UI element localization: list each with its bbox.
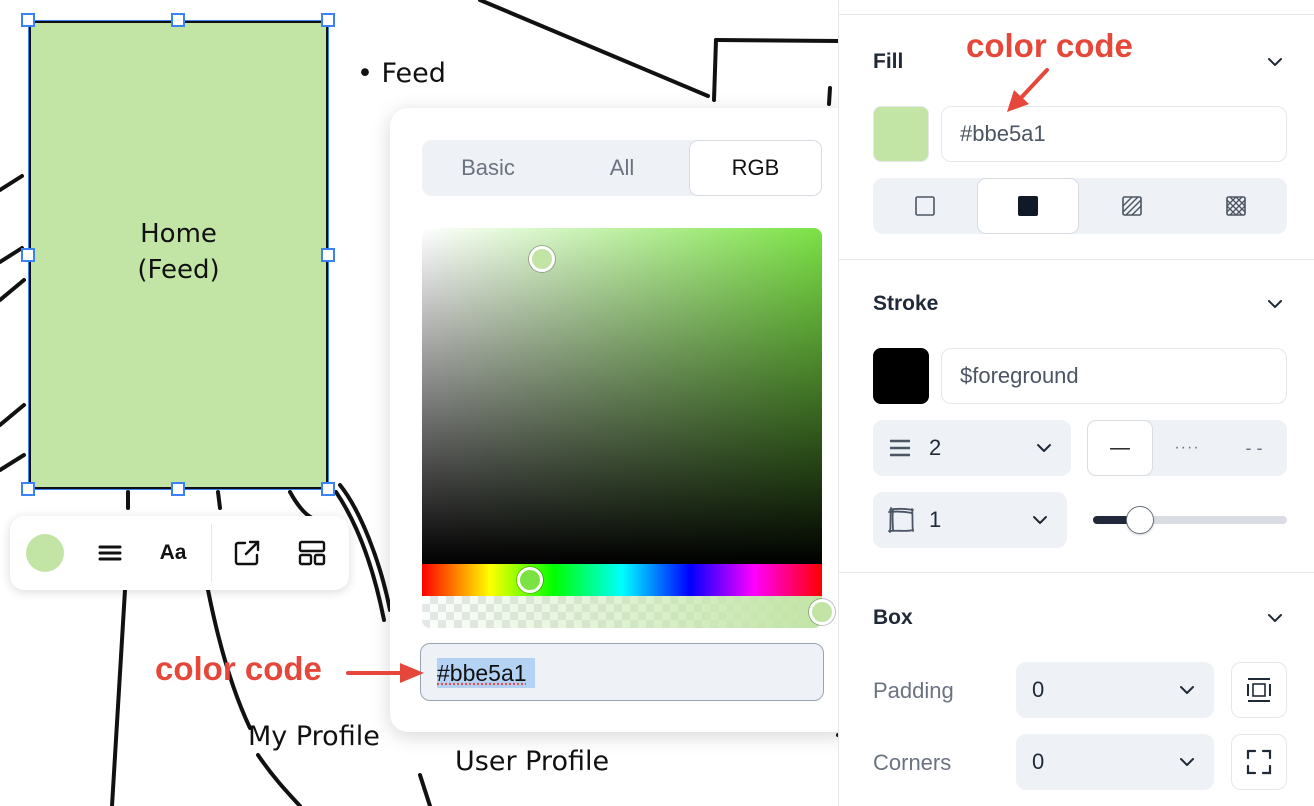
external-link-icon[interactable] [227, 533, 267, 573]
user-profile-label: User Profile [455, 746, 610, 777]
divider [839, 14, 1314, 15]
floating-toolbar: Aa [10, 516, 349, 590]
fill-swatch-icon[interactable] [26, 534, 64, 572]
resize-handle-bottom-left[interactable] [21, 482, 35, 496]
stroke-width-icon [890, 439, 910, 457]
chevron-down-icon [1033, 516, 1047, 524]
dash-dotted-option[interactable]: ···· [1154, 420, 1220, 476]
fill-crosshatch-icon[interactable] [1184, 178, 1287, 234]
stroke-width-value: 2 [929, 435, 942, 460]
fill-style-group [873, 178, 1287, 234]
resize-handle-top[interactable] [171, 13, 185, 27]
padding-value: 0 [1032, 677, 1045, 702]
saturation-knob[interactable] [529, 246, 555, 272]
resize-handle-bottom-right[interactable] [321, 482, 335, 496]
hue-slider[interactable] [422, 564, 822, 596]
fill-color-input[interactable]: #bbe5a1 [941, 106, 1287, 162]
resize-handle-top-left[interactable] [21, 13, 35, 27]
annotation-color-code-left: color code [155, 650, 322, 687]
fill-solid-icon[interactable] [977, 178, 1079, 234]
annotation-color-code-top: color code [966, 27, 1133, 64]
alpha-knob[interactable] [809, 599, 835, 625]
fill-color-swatch[interactable] [873, 106, 929, 162]
alpha-slider[interactable] [422, 596, 822, 628]
stroke-section-title: Stroke [873, 292, 939, 315]
fill-color-value: #bbe5a1 [960, 121, 1046, 146]
corners-select[interactable]: 0 [1016, 734, 1214, 790]
corners-value: 0 [1032, 749, 1045, 774]
selection-outline [28, 20, 329, 490]
resize-handle-right[interactable] [321, 248, 335, 262]
layout-icon[interactable] [292, 533, 332, 573]
chevron-down-icon [1180, 758, 1194, 766]
tab-all[interactable]: All [556, 140, 688, 196]
saturation-value-area[interactable] [422, 228, 822, 564]
dash-solid-option[interactable]: — [1087, 420, 1153, 476]
hex-color-input[interactable] [420, 643, 824, 701]
padding-select[interactable]: 0 [1016, 662, 1214, 718]
stroke-color-value: $foreground [960, 363, 1079, 388]
chevron-down-icon[interactable] [1263, 292, 1287, 316]
roughness-slider[interactable] [1093, 516, 1287, 524]
chevron-down-icon[interactable] [1263, 606, 1287, 630]
color-picker-tabs: Basic All RGB [422, 140, 822, 196]
tab-rgb[interactable]: RGB [689, 140, 822, 196]
fill-none-icon[interactable] [873, 178, 976, 234]
font-icon[interactable]: Aa [153, 533, 193, 573]
toolbar-divider [211, 524, 212, 582]
chevron-down-icon[interactable] [1263, 50, 1287, 74]
annotation-arrow-right-icon [346, 663, 424, 683]
hue-knob[interactable] [517, 567, 543, 593]
tab-basic[interactable]: Basic [422, 140, 554, 196]
roughness-slider-thumb[interactable] [1125, 506, 1154, 534]
align-lines-icon[interactable] [90, 533, 130, 573]
fill-hatch-icon[interactable] [1080, 178, 1183, 234]
roughness-value: 1 [929, 507, 942, 532]
resize-handle-top-right[interactable] [321, 13, 335, 27]
resize-handle-bottom[interactable] [171, 482, 185, 496]
divider [839, 572, 1314, 573]
padding-sides-icon[interactable] [1231, 662, 1287, 718]
chevron-down-icon [1037, 444, 1051, 452]
annotation-arrow-down-left-icon [1007, 68, 1049, 112]
roughness-select[interactable]: 1 [873, 492, 1067, 548]
chevron-down-icon [1180, 686, 1194, 694]
stroke-width-select[interactable]: 2 [873, 420, 1071, 476]
properties-panel: Fill #bbe5a1 Stroke $foreground 2 — ····… [838, 0, 1314, 806]
resize-handle-left[interactable] [21, 248, 35, 262]
corners-label: Corners [873, 750, 952, 775]
stroke-dash-group: — ···· - - [1087, 420, 1287, 476]
divider [839, 259, 1314, 260]
padding-label: Padding [873, 678, 954, 703]
corners-expand-icon[interactable] [1231, 734, 1287, 790]
color-picker-popover: Basic All RGB #bbe5a1 [390, 108, 854, 732]
box-section-title: Box [873, 606, 913, 629]
dash-dashed-option[interactable]: - - [1221, 420, 1287, 476]
font-label: Aa [159, 541, 187, 564]
roughness-icon [888, 507, 914, 533]
fill-section-title: Fill [873, 50, 904, 73]
my-profile-label: My Profile [248, 721, 380, 752]
feed-bullet-text: • Feed [357, 58, 446, 89]
stroke-color-input[interactable]: $foreground [941, 348, 1287, 404]
stroke-color-swatch[interactable] [873, 348, 929, 404]
